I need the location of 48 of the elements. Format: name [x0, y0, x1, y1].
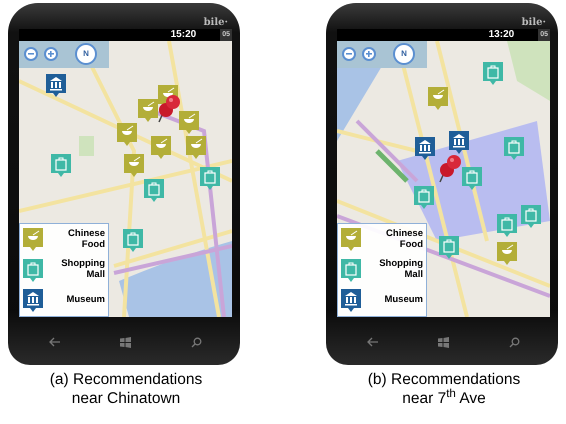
legend-label: Museum: [384, 295, 423, 306]
search-icon[interactable]: [509, 336, 520, 348]
bowl-marker-icon[interactable]: [151, 136, 171, 159]
figure-caption: (b) Recommendations near 7$^{th}$ Ave: [366, 371, 522, 408]
bag-marker-icon[interactable]: [144, 179, 164, 202]
bowl-marker-icon[interactable]: [428, 87, 448, 110]
bowl-legend-icon: [23, 228, 43, 251]
bowl-marker-icon[interactable]: [179, 111, 199, 134]
status-time: 13:20: [488, 29, 514, 41]
building-legend-icon: [341, 289, 361, 312]
bag-marker-icon[interactable]: [51, 154, 71, 177]
bag-marker-icon[interactable]: [123, 229, 143, 252]
bag-marker-icon[interactable]: [483, 62, 503, 85]
windows-logo-icon[interactable]: [120, 336, 132, 348]
pushpin-icon[interactable]: [438, 153, 462, 183]
bag-legend-icon: [341, 258, 361, 282]
windows-logo-icon[interactable]: [438, 336, 450, 348]
bowl-legend-icon: [341, 228, 361, 251]
back-icon[interactable]: [48, 337, 61, 347]
legend-label: Chinese Food: [67, 228, 105, 250]
bowl-marker-icon[interactable]: [186, 136, 206, 159]
back-icon[interactable]: [366, 337, 379, 347]
bag-marker-icon[interactable]: [462, 167, 482, 190]
building-marker-icon[interactable]: [449, 131, 469, 154]
figure-caption: (a) Recommendations near Chinatown: [48, 371, 204, 408]
building-marker-icon[interactable]: [46, 74, 66, 97]
bag-marker-icon[interactable]: [504, 137, 524, 160]
bowl-marker-icon[interactable]: [124, 154, 144, 177]
bowl-marker-icon[interactable]: [138, 99, 158, 122]
legend-label: Chinese Food: [385, 228, 423, 250]
bowl-marker-icon[interactable]: [497, 242, 517, 265]
bag-marker-icon[interactable]: [521, 205, 541, 228]
bag-marker-icon[interactable]: [497, 214, 517, 237]
bag-marker-icon[interactable]: [414, 186, 434, 209]
legend-label: Shopping Mall: [378, 259, 423, 281]
building-legend-icon: [23, 289, 43, 312]
bag-marker-icon[interactable]: [200, 167, 220, 190]
bag-marker-icon[interactable]: [439, 236, 459, 259]
bowl-marker-icon[interactable]: [117, 123, 137, 146]
status-time: 15:20: [170, 29, 196, 41]
search-icon[interactable]: [191, 336, 202, 348]
legend-label: Shopping Mall: [60, 259, 105, 281]
building-marker-icon[interactable]: [415, 137, 435, 160]
carrier-logo: bile·: [522, 16, 546, 30]
legend-label: Museum: [66, 295, 105, 306]
carrier-logo: bile·: [204, 16, 228, 30]
pushpin-icon[interactable]: [157, 93, 181, 123]
bag-legend-icon: [23, 258, 43, 282]
